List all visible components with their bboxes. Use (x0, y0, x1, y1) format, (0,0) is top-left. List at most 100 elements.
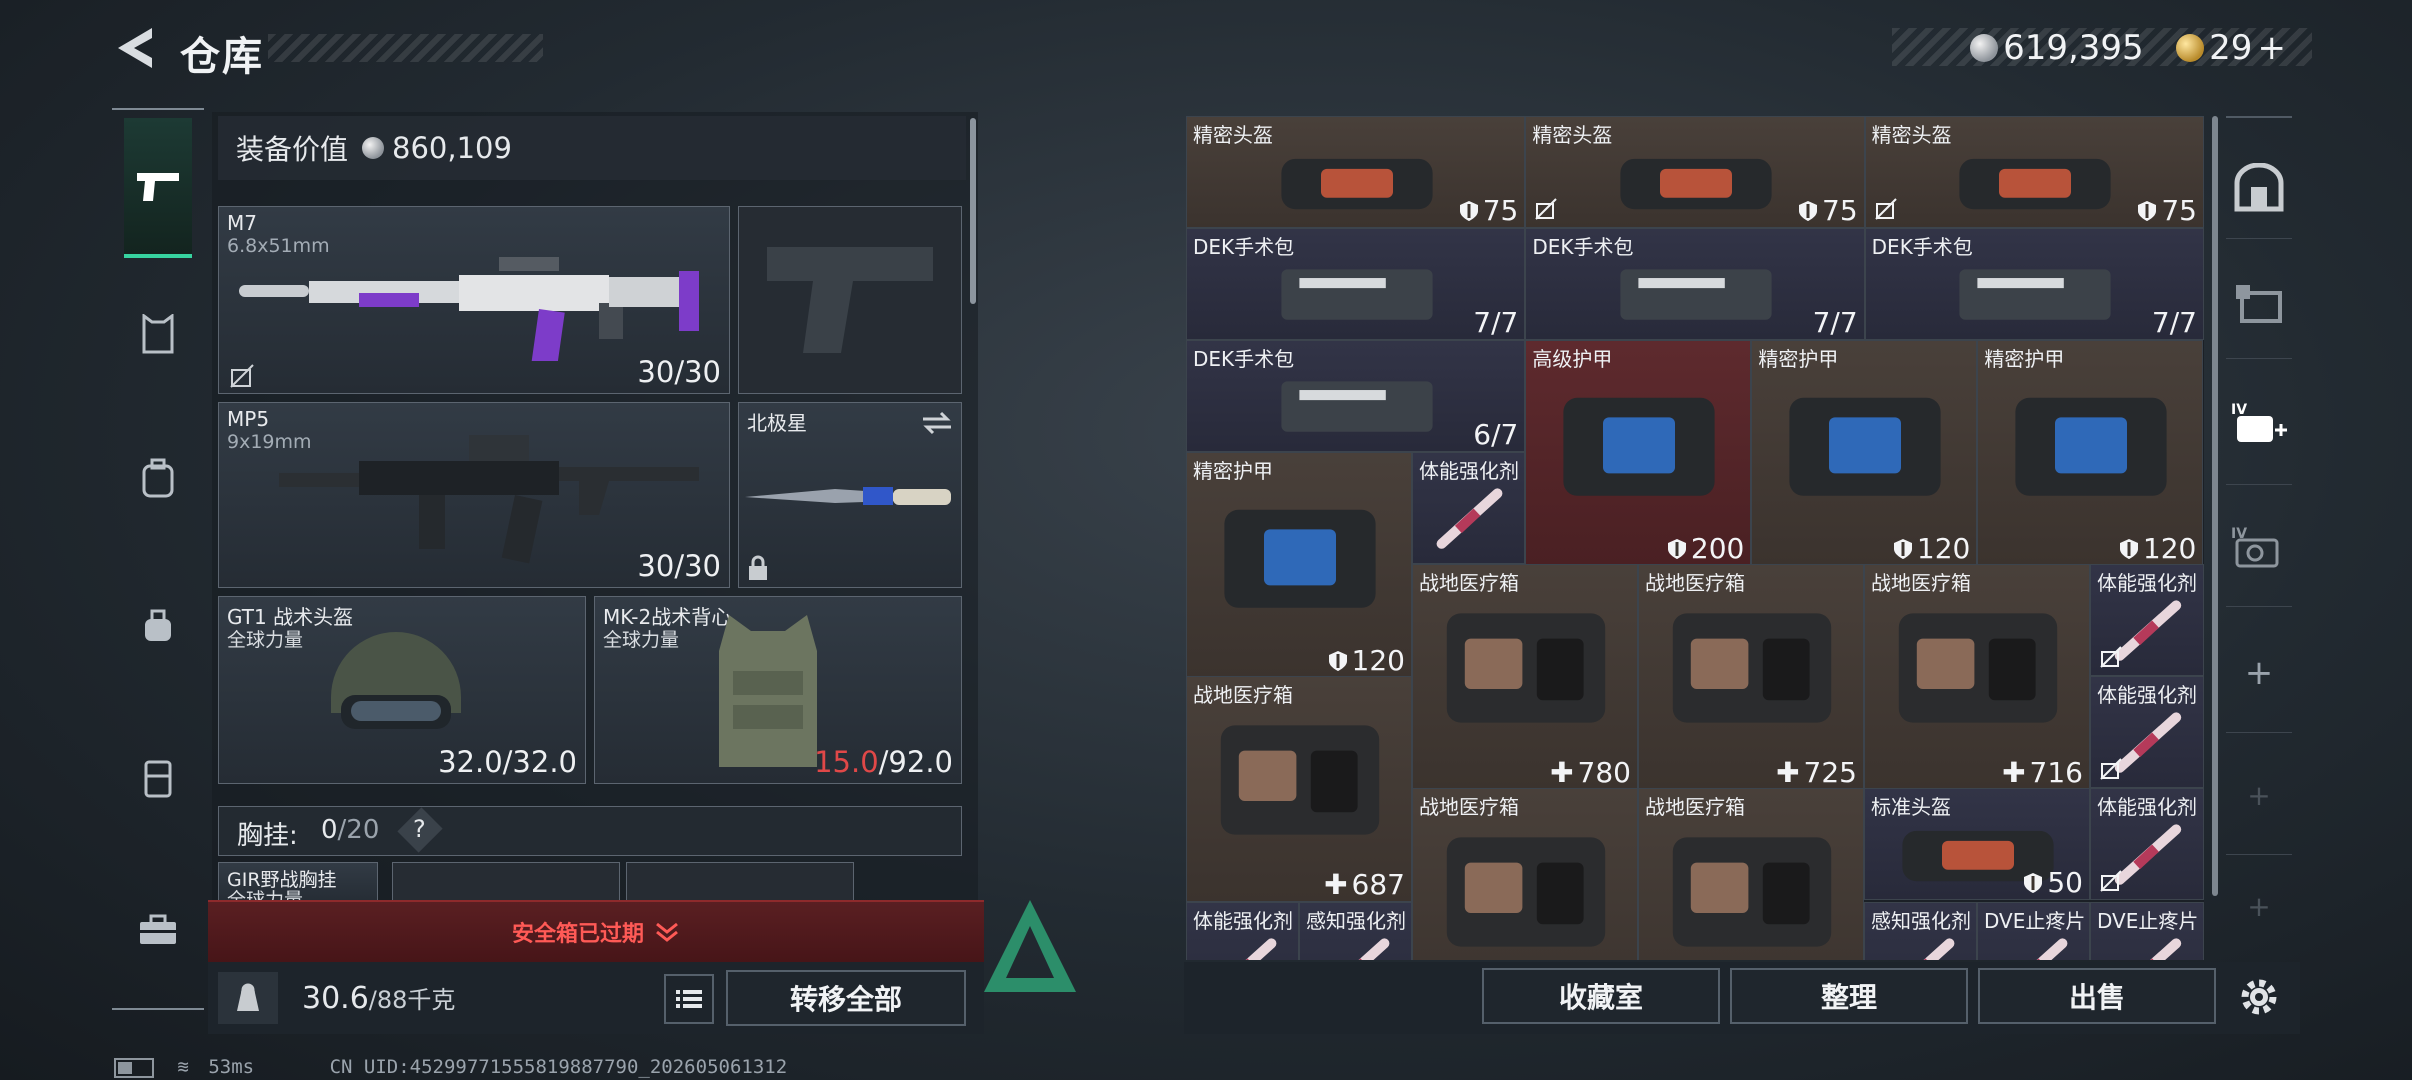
nav-chest-rig[interactable] (124, 744, 192, 812)
stash-item[interactable]: 战地医疗箱 (1638, 788, 1864, 960)
nav-backpack[interactable] (124, 444, 192, 512)
nav-pouch[interactable] (124, 592, 192, 660)
stash-item[interactable]: DEK手术包 7/7 (1186, 228, 1526, 340)
stash-item[interactable]: 精密护甲 120 (1977, 340, 2204, 566)
chest-rig-item[interactable]: GIR野战胸挂 全球力量 (218, 862, 378, 904)
pack-add-icon: IV (2231, 402, 2287, 442)
back-arrow-icon[interactable] (112, 24, 156, 72)
first-aid-kit-image (1662, 815, 1832, 947)
stash-item[interactable]: 感知强化剂 (1864, 902, 1977, 960)
pistol-slot-empty[interactable] (738, 206, 962, 394)
stash-item[interactable]: 战地医疗箱 ✚ 780 (1412, 564, 1638, 790)
item-value: ✚ 725 (1776, 756, 1857, 789)
loadout-scrollbar[interactable] (970, 118, 976, 304)
organize-button[interactable]: 整理 (1730, 968, 1968, 1024)
shield-icon (2138, 201, 2157, 221)
equipment-value: 860,109 (392, 131, 512, 165)
stash-item[interactable]: 战地医疗箱 ✚ 687 (1186, 676, 1412, 902)
stash-item[interactable]: DEK手术包 7/7 (1864, 228, 2204, 340)
stash-item[interactable]: 战地医疗箱 ✚ 716 (1864, 564, 2090, 790)
stash-item[interactable]: 体能强化剂 (2090, 676, 2204, 788)
chest-rig-icon (144, 760, 172, 798)
item-value: 120 (2119, 532, 2196, 565)
vault-icon (2234, 163, 2284, 212)
stash-item[interactable]: 体能强化剂 (1412, 452, 1525, 564)
stash-item[interactable]: 体能强化剂 (2090, 788, 2204, 900)
gold-currency[interactable]: 29 + (2176, 28, 2286, 68)
item-value: 75 (1798, 194, 1858, 227)
primary-weapon-slot[interactable]: M7 6.8x51mm 30/30 (218, 206, 730, 394)
melee-slot[interactable]: 北极星 (738, 402, 962, 588)
plus-icon: ✚ (2002, 756, 2026, 789)
safebox-expired-banner[interactable]: 安全箱已过期 (208, 900, 984, 962)
stash-item[interactable]: DVE止疼片 (1977, 902, 2090, 960)
stash-item[interactable]: DEK手术包 7/7 (1525, 228, 1865, 340)
first-aid-kit-image (1888, 591, 2058, 723)
stash-item[interactable]: 战地医疗箱 ✚ 725 (1638, 564, 1864, 790)
item-value-text: 75 (2161, 194, 2197, 227)
rail-add-1[interactable]: + (2226, 614, 2292, 733)
weapon-name: M7 (227, 211, 257, 235)
first-aid-kit-image (1436, 591, 1606, 723)
melee-name: 北极星 (747, 411, 807, 435)
stash-item[interactable]: DVE止疼片 (2090, 902, 2204, 960)
nav-armor[interactable] (124, 300, 192, 368)
stash-item[interactable]: 精密护甲 120 (1751, 340, 1978, 566)
safebox-warning-text: 安全箱已过期 (511, 922, 644, 947)
stash-item[interactable]: 精密头盔 75 (1864, 116, 2204, 228)
item-value-text: 7/7 (1473, 306, 1519, 339)
rail-scope[interactable]: IV (2226, 490, 2292, 607)
stash-item[interactable]: 高级护甲 200 (1525, 340, 1752, 566)
swap-icon[interactable] (921, 411, 953, 435)
stash-item[interactable]: 感知强化剂 (1299, 902, 1412, 960)
help-icon[interactable]: ? (413, 815, 426, 843)
stash-item[interactable]: 精密头盔 75 (1525, 116, 1865, 228)
helmet-slot[interactable]: GT1 战术头盔 全球力量 32.0/32.0 (218, 596, 586, 784)
helmet-bag-image (1606, 143, 1772, 210)
transfer-all-button[interactable]: 转移全部 (726, 970, 966, 1026)
stash-item[interactable]: 精密头盔 75 (1186, 116, 1526, 228)
stash-item[interactable]: DEK手术包 6/7 (1186, 340, 1526, 452)
pouch-icon (145, 609, 171, 641)
item-value-text: 687 (1351, 868, 1405, 901)
list-view-button[interactable] (664, 974, 714, 1024)
rig-slot-empty[interactable] (626, 862, 854, 904)
shield-icon (1328, 651, 1347, 671)
item-value-text: 200 (1690, 532, 1745, 565)
stash-item[interactable]: 体能强化剂 (1186, 902, 1299, 960)
no-trade-icon (2100, 646, 2122, 668)
no-trade-icon (2100, 870, 2122, 892)
plus-icon: + (2247, 889, 2271, 923)
vest-slot[interactable]: MK-2战术背心 全球力量 15.0/92.0 (594, 596, 962, 784)
rail-pack-add[interactable]: IV (2226, 364, 2292, 485)
weight-max: /88千克 (368, 986, 456, 1014)
stash-item[interactable]: 战地医疗箱 (1412, 788, 1638, 960)
lock-icon (749, 555, 767, 580)
rail-stash[interactable] (2226, 248, 2292, 359)
battery-icon (114, 1057, 154, 1078)
item-value: 7/7 (2152, 306, 2197, 339)
item-value-text: 725 (1803, 756, 1857, 789)
list-icon (676, 990, 702, 1008)
page-title: 仓库 (180, 34, 264, 80)
rail-add-3[interactable]: + (2226, 858, 2292, 954)
stash-scrollbar[interactable] (2212, 116, 2218, 896)
weight-current: 30.6 (302, 981, 369, 1016)
settings-gear-icon[interactable] (2236, 974, 2282, 1020)
rig-slot-empty[interactable] (392, 862, 620, 904)
stash-item[interactable]: 精密护甲 120 (1186, 452, 1412, 678)
sell-button[interactable]: 出售 (1978, 968, 2216, 1024)
item-value-text: 50 (2047, 866, 2083, 899)
stash-item[interactable]: 体能强化剂 (2090, 564, 2204, 676)
collection-button[interactable]: 收藏室 (1482, 968, 1720, 1024)
item-value-text: 120 (1351, 644, 1405, 677)
nav-weapons[interactable] (124, 118, 192, 258)
secondary-weapon-slot[interactable]: MP5 9x19mm 30/30 (218, 402, 730, 588)
chest-rig-count: 0/20 (321, 815, 379, 845)
rail-vault[interactable] (2226, 138, 2292, 239)
plus-icon: + (2244, 653, 2274, 693)
gold-add-icon[interactable]: + (2257, 28, 2286, 68)
rail-add-2[interactable]: + (2226, 736, 2292, 855)
stash-item[interactable]: 标准头盔 50 (1864, 788, 2090, 900)
nav-toolbox[interactable] (124, 896, 192, 964)
